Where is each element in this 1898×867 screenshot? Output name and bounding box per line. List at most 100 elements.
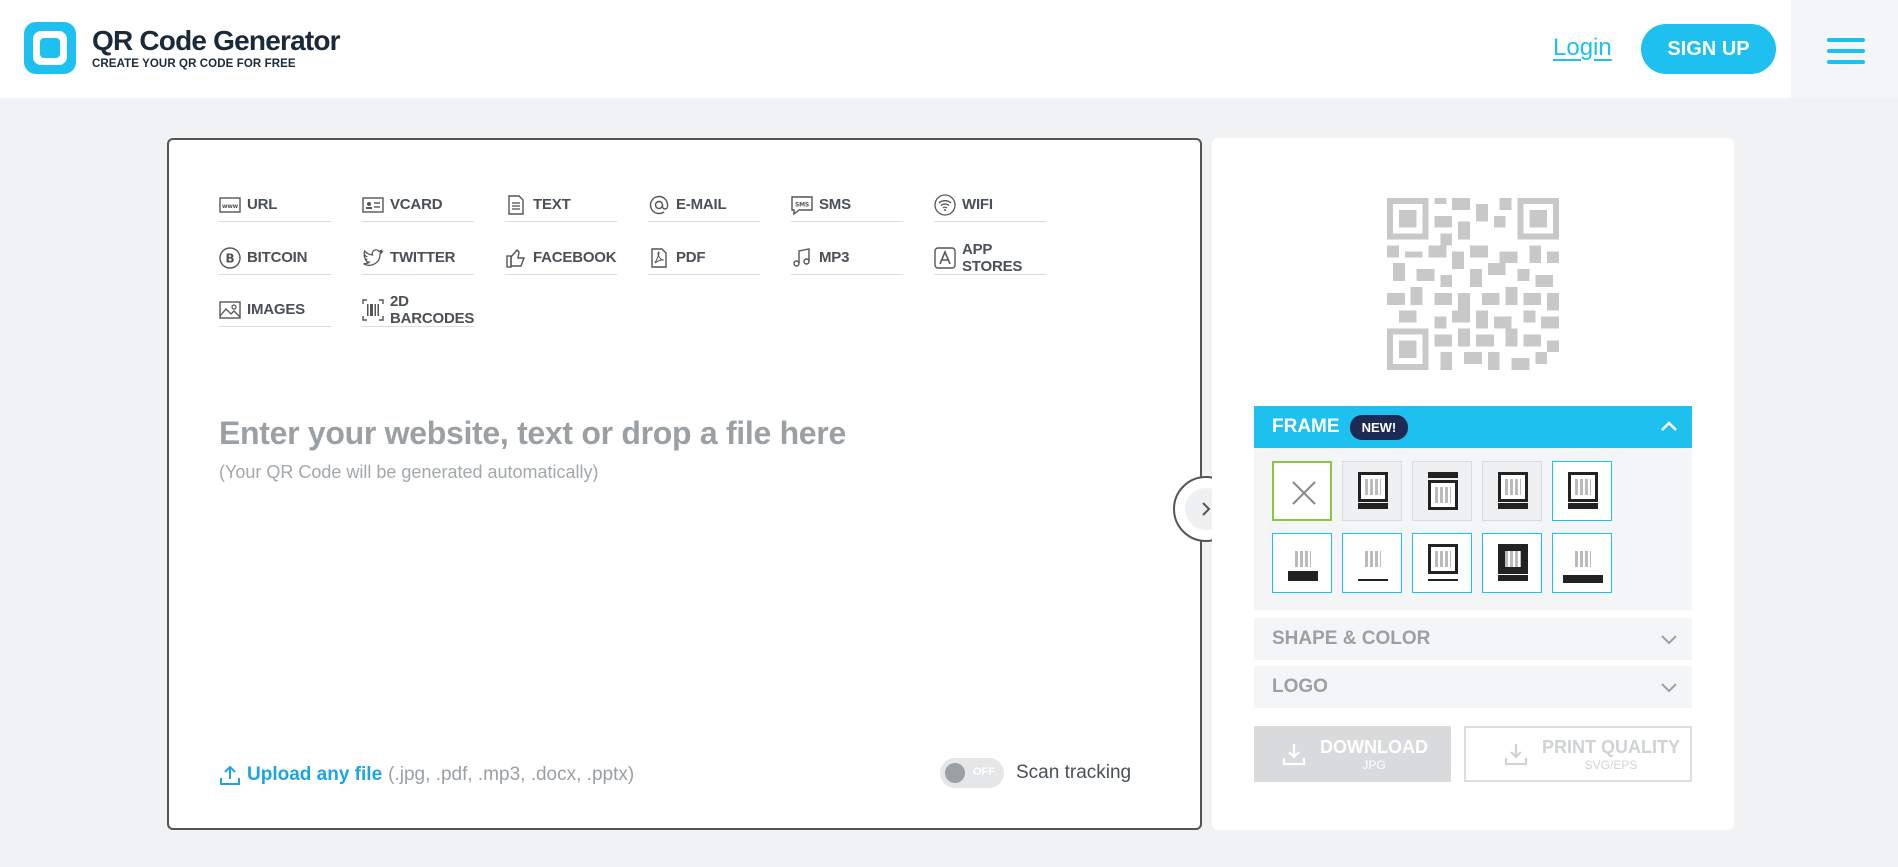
logo-label: LOGO [1272,676,1328,697]
type-label: SMS [819,196,851,213]
frame-option[interactable] [1552,533,1612,593]
type-facebook[interactable]: FACEBOOK [505,241,617,275]
type-label: FACEBOOK [533,249,617,266]
type-label: APP STORES [962,240,1023,275]
barcode-icon [362,298,384,321]
hamburger-menu-icon[interactable] [1827,38,1865,64]
frame-option[interactable] [1272,533,1332,593]
at-icon [649,195,669,214]
chevron-down-icon [1661,635,1677,645]
svg-text:B: B [226,251,235,265]
type-label: WIFI [962,196,993,213]
toggle-knob [945,763,965,783]
type-2d-barcodes[interactable]: 2D BARCODES [362,293,474,327]
qr-code-preview [1387,198,1559,370]
svg-text:SMS: SMS [795,201,809,208]
image-icon [219,300,241,319]
frame-option[interactable] [1482,533,1542,593]
frame-option[interactable] [1482,461,1542,521]
print-quality-button[interactable]: PRINT QUALITY SVG/EPS [1464,726,1692,782]
upload-row: Upload any file (.jpg, .pdf, .mp3, .docx… [219,764,634,786]
type-label: VCARD [390,196,443,213]
shape-color-label: SHAPE & COLOR [1272,628,1431,649]
chevron-down-icon [1661,683,1677,693]
frame-option[interactable] [1342,461,1402,521]
print-quality-format: SVG/EPS [1584,757,1638,772]
frame-section-header[interactable]: FRAME NEW! [1254,406,1692,448]
menu-area [1791,0,1898,98]
svg-text:www: www [222,203,239,210]
type-bitcoin[interactable]: B BITCOIN [219,241,331,275]
frame-option-none[interactable] [1272,461,1332,521]
frame-label: FRAME [1272,416,1340,437]
signup-button[interactable]: SIGN UP [1641,24,1776,74]
download-format: JPG [1362,757,1386,772]
chevron-right-icon [1202,502,1211,516]
bitcoin-icon: B [219,246,241,269]
type-email[interactable]: E-MAIL [648,188,760,222]
top-header: QR Code Generator CREATE YOUR QR CODE FO… [0,0,1898,98]
type-label: E-MAIL [676,196,727,213]
pdf-icon [651,247,667,268]
www-icon: www [219,196,241,213]
type-images[interactable]: IMAGES [219,293,331,327]
type-label: BITCOIN [247,249,308,266]
type-label: TWITTER [390,249,456,266]
type-app-stores[interactable]: APP STORES [934,241,1046,275]
download-label: DOWNLOAD [1320,736,1428,757]
logo-text: QR Code Generator CREATE YOUR QR CODE FO… [92,25,341,71]
frame-option[interactable] [1342,533,1402,593]
download-text: DOWNLOAD JPG [1320,737,1428,772]
type-sms[interactable]: SMS SMS [791,188,903,222]
upload-icon [220,765,240,785]
shape-color-section[interactable]: SHAPE & COLOR [1254,618,1692,660]
print-quality-text: PRINT QUALITY SVG/EPS [1542,737,1680,772]
type-label: IMAGES [247,301,305,318]
login-link[interactable]: Login [1553,34,1612,62]
upload-extensions: (.jpg, .pdf, .mp3, .docx, .pptx) [388,764,635,785]
content-input-placeholder[interactable]: Enter your website, text or drop a file … [219,415,846,452]
type-label: URL [247,196,278,213]
site-logo[interactable]: QR Code Generator CREATE YOUR QR CODE FO… [24,22,341,74]
chevron-up-icon [1661,421,1677,431]
type-url[interactable]: www URL [219,188,331,222]
toggle-state: OFF [973,766,995,778]
download-icon [1504,744,1528,766]
print-quality-label: PRINT QUALITY [1542,736,1680,757]
text-icon [508,194,524,215]
music-note-icon [793,247,810,267]
wifi-icon [934,193,956,216]
download-icon [1282,744,1306,766]
frame-option[interactable] [1412,533,1472,593]
type-label: TEXT [533,196,571,213]
upload-file-link[interactable]: Upload any file [247,764,382,786]
type-twitter[interactable]: TWITTER [362,241,474,275]
frame-option[interactable] [1552,461,1612,521]
frame-option[interactable] [1412,461,1472,521]
sms-icon: SMS [791,195,813,215]
scan-tracking-toggle[interactable]: OFF [940,758,1004,788]
type-label: MP3 [819,249,850,266]
type-wifi[interactable]: WIFI [934,188,1046,222]
type-text[interactable]: TEXT [505,188,617,222]
close-icon [1292,481,1316,505]
download-button[interactable]: DOWNLOAD JPG [1254,726,1451,782]
twitter-icon [363,248,384,266]
qr-logo-icon [24,22,76,74]
type-pdf[interactable]: PDF [648,241,760,275]
type-mp3[interactable]: MP3 [791,241,903,275]
content-input-hint: (Your QR Code will be generated automati… [219,462,599,482]
frame-options [1254,448,1692,610]
type-vcard[interactable]: VCARD [362,188,474,222]
site-title: QR Code Generator [92,25,341,56]
scan-tracking-label: Scan tracking [1016,762,1132,783]
thumbs-up-icon [506,248,526,268]
new-badge: NEW! [1349,414,1409,440]
app-store-icon [934,246,956,269]
logo-section[interactable]: LOGO [1254,666,1692,708]
site-subtitle: CREATE YOUR QR CODE FOR FREE [92,58,296,70]
qr-customize-panel: FRAME NEW! SHAPE & COLOR LOGO DOWNLOAD J… [1212,138,1734,830]
type-label: PDF [676,249,706,266]
vcard-icon [362,196,384,213]
type-label: 2D BARCODES [390,292,475,327]
